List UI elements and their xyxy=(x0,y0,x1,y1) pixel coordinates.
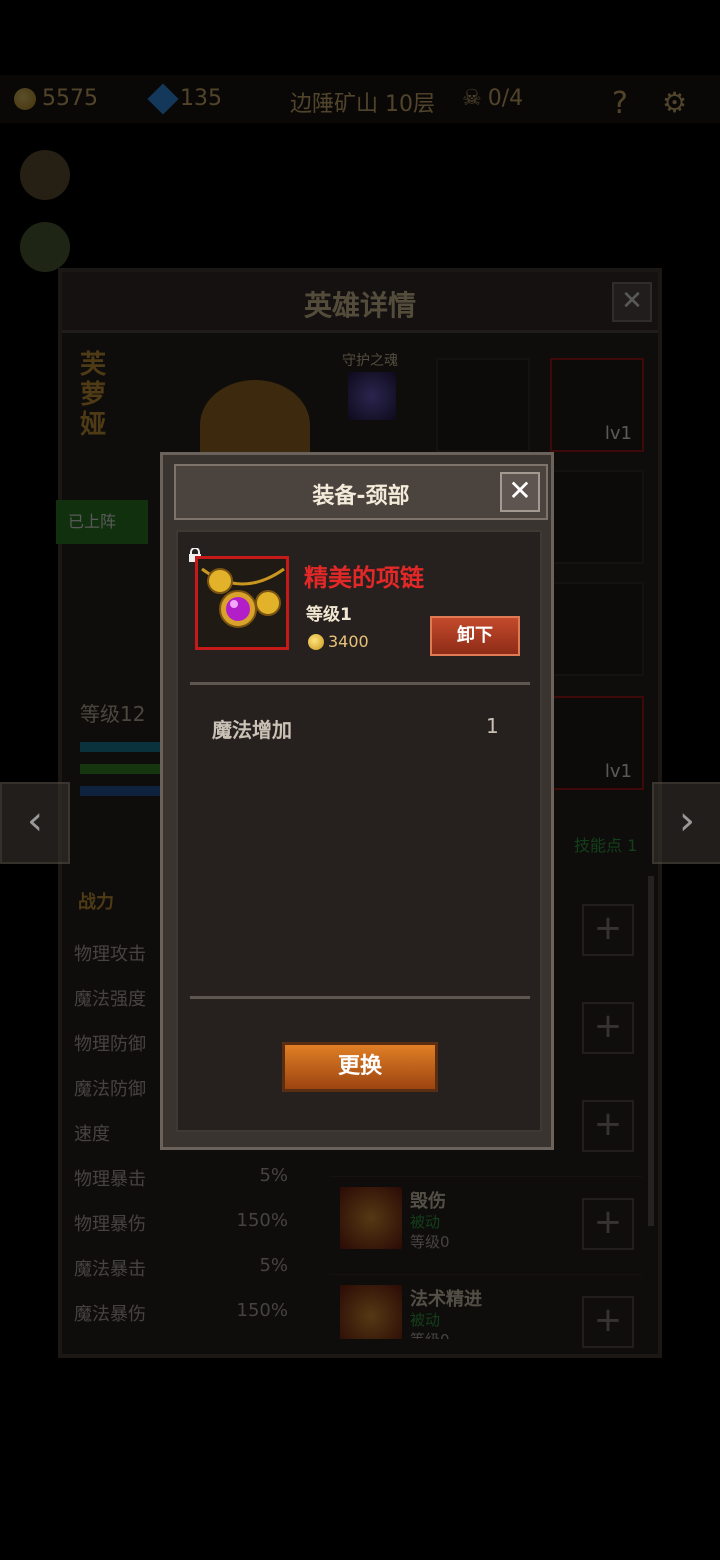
slot-level: lv1 xyxy=(604,423,632,444)
skill-level: 等级0 xyxy=(410,1233,450,1251)
exp-bar xyxy=(80,764,160,774)
hp-bar xyxy=(80,742,160,752)
stat-name: 魔法暴击 xyxy=(74,1259,146,1280)
deployed-badge: 已上阵 xyxy=(56,500,148,544)
skill-magic-icon xyxy=(340,1285,402,1339)
skill-name: 毁伤 xyxy=(410,1191,446,1212)
divider xyxy=(190,996,530,999)
unequip-button[interactable]: 卸下 xyxy=(430,616,520,656)
stat-value: 150% xyxy=(236,1300,288,1321)
attribute-value: 1 xyxy=(486,714,499,738)
guard-soul-label: 守护之魂 xyxy=(342,353,398,369)
skill-upgrade-button[interactable]: + xyxy=(582,904,634,956)
gold-amount: 5575 xyxy=(42,86,98,111)
skill-upgrade-button[interactable]: + xyxy=(582,1296,634,1348)
stat-name: 魔法防御 xyxy=(74,1079,146,1100)
stat-name: 速度 xyxy=(74,1124,110,1145)
battle-power-label: 战力 xyxy=(78,892,114,913)
dialog-title: 装备-颈部 xyxy=(312,484,410,509)
help-button[interactable]: ? xyxy=(612,86,628,121)
skill-level: 等级0 xyxy=(410,1329,450,1339)
dialog-close-button[interactable]: ✕ xyxy=(500,472,540,512)
gem-icon xyxy=(147,82,179,115)
gold-counter: 5575 xyxy=(14,86,98,111)
stat-name: 物理攻击 xyxy=(74,944,146,965)
hero-avatar[interactable] xyxy=(20,222,70,272)
item-name: 精美的项链 xyxy=(304,564,424,592)
item-icon-frame xyxy=(195,556,289,650)
equipment-slot-neck[interactable]: lv1 xyxy=(550,358,644,452)
mp-bar xyxy=(80,786,160,796)
item-price: 3400 xyxy=(328,632,369,651)
skill-list-scrollbar[interactable] xyxy=(648,876,654,1226)
skill-name: 法术精进 xyxy=(410,1289,482,1310)
skill-upgrade-button[interactable]: + xyxy=(582,1002,634,1054)
slot-level: lv1 xyxy=(604,761,632,782)
stat-value: 150% xyxy=(236,1210,288,1231)
stat-name: 魔法强度 xyxy=(74,989,146,1010)
prev-hero-button[interactable]: ‹ xyxy=(0,782,70,864)
skill-type: 被动 xyxy=(410,1311,441,1329)
skill-type: 被动 xyxy=(410,1213,441,1231)
next-hero-button[interactable]: › xyxy=(652,782,720,864)
hero-level: 等级12 xyxy=(80,702,146,726)
guard-soul-icon[interactable] xyxy=(348,372,396,420)
equipment-slot-shield[interactable]: lv1 xyxy=(550,696,644,790)
gold-coin-icon xyxy=(308,634,324,650)
gem-amount: 135 xyxy=(180,86,222,111)
skill-fire-icon xyxy=(340,1187,402,1249)
stat-name: 魔法暴伤 xyxy=(74,1304,146,1325)
gem-counter: 135 xyxy=(147,82,222,115)
necklace-icon xyxy=(201,567,285,628)
stat-name: 物理暴击 xyxy=(74,1169,146,1190)
skill-points: 技能点 1 xyxy=(574,836,638,855)
attribute-name: 魔法增加 xyxy=(212,718,292,742)
divider xyxy=(190,682,530,685)
equipment-slot[interactable] xyxy=(550,470,644,564)
skill-upgrade-button[interactable]: + xyxy=(582,1100,634,1152)
key-counter: ☠ 0/4 xyxy=(462,86,523,111)
gold-coin-icon xyxy=(14,87,36,110)
hero-panel-title: 英雄详情 xyxy=(303,289,416,322)
skull-icon: ☠ xyxy=(462,86,482,111)
stat-value: 5% xyxy=(259,1255,288,1276)
item-level: 等级1 xyxy=(306,605,352,625)
stat-name: 物理暴伤 xyxy=(74,1214,146,1235)
key-amount: 0/4 xyxy=(487,86,524,111)
hero-panel-close-button[interactable]: ✕ xyxy=(612,282,652,322)
equipment-slot[interactable] xyxy=(436,358,530,452)
hero-avatar[interactable] xyxy=(20,150,70,200)
hero-name: 芙萝娅 xyxy=(80,350,107,440)
skill-upgrade-button[interactable]: + xyxy=(582,1198,634,1250)
equipment-slot[interactable] xyxy=(550,582,644,676)
settings-gear-icon[interactable]: ⚙ xyxy=(662,86,687,119)
location-label: 边陲矿山 10层 xyxy=(290,92,435,117)
replace-button[interactable]: 更换 xyxy=(282,1042,438,1092)
stat-name: 物理防御 xyxy=(74,1034,146,1055)
stat-value: 5% xyxy=(259,1165,288,1186)
